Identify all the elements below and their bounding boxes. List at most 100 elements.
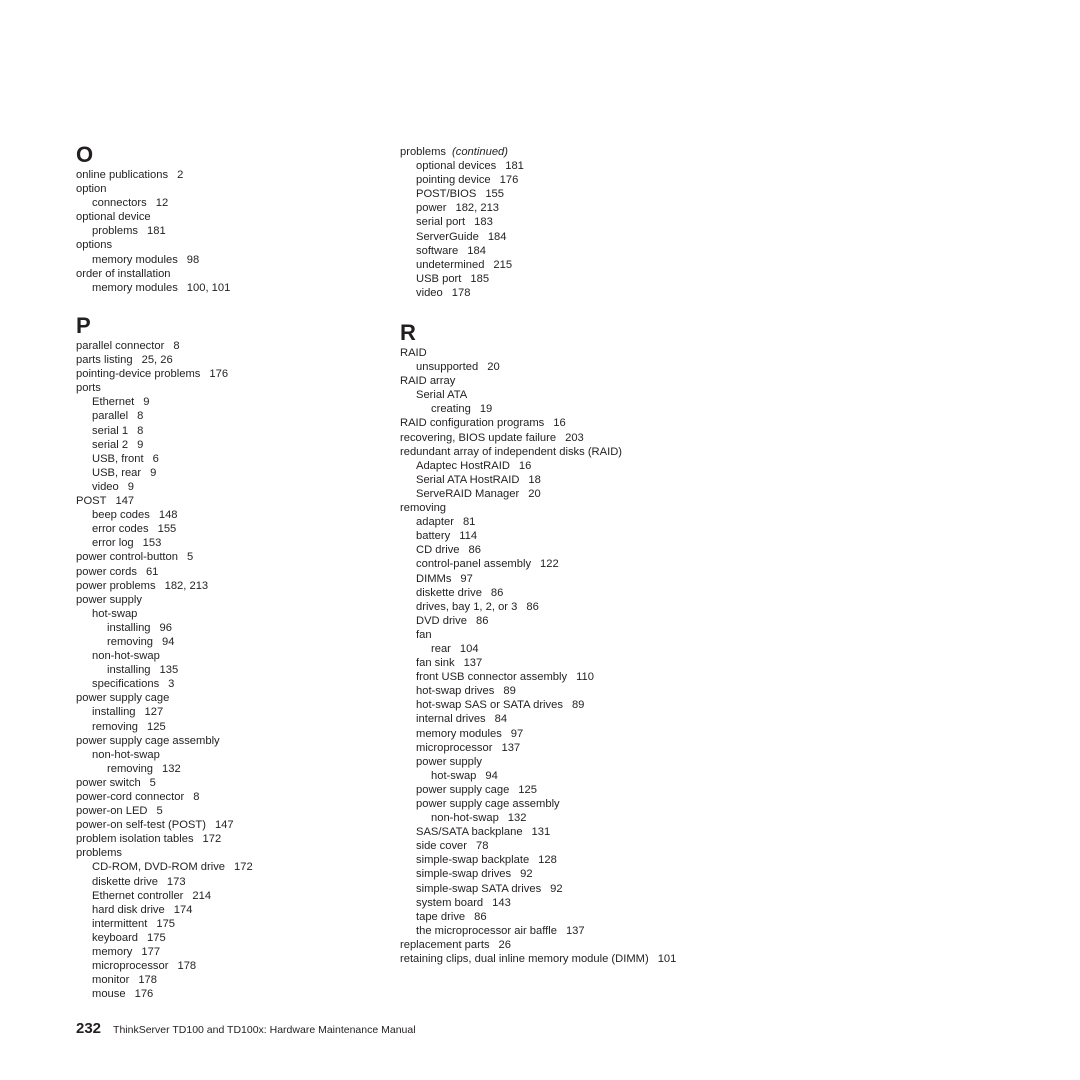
page-reference[interactable]: 92 [520,868,532,880]
page-reference[interactable]: 96 [160,622,172,634]
page-reference[interactable]: 86 [476,615,488,627]
page-reference[interactable]: 114 [459,530,477,542]
page-reference[interactable]: 183 [474,216,493,228]
page-reference[interactable]: 18 [528,474,540,486]
page-reference[interactable]: 125 [147,721,166,733]
page-reference[interactable]: 26 [499,939,511,951]
page-reference[interactable]: 182, 213 [165,580,209,592]
page-reference[interactable]: 214 [192,890,211,902]
page-reference[interactable]: 9 [143,396,149,408]
page-reference[interactable]: 110 [576,671,594,683]
page-reference[interactable]: 16 [553,417,565,429]
page-reference[interactable]: 172 [234,861,253,873]
page-reference[interactable]: 20 [528,488,540,500]
page-reference[interactable]: 185 [470,273,489,285]
index-entry: options [76,238,230,252]
page-reference[interactable]: 182, 213 [455,202,499,214]
page-reference[interactable]: 176 [209,368,228,380]
page-reference[interactable]: 89 [572,699,584,711]
page-reference[interactable]: 9 [137,439,143,451]
page-reference[interactable]: 203 [565,432,584,444]
page-reference[interactable]: 135 [160,664,179,676]
index-term: software [416,244,459,257]
page-reference[interactable]: 131 [532,826,551,838]
page-reference[interactable]: 89 [503,685,515,697]
page-reference[interactable]: 128 [538,854,557,866]
page-reference[interactable]: 177 [141,946,160,958]
page-reference[interactable]: 3 [168,678,174,690]
page-reference[interactable]: 86 [474,911,486,923]
page-reference[interactable]: 178 [138,974,157,986]
page-reference[interactable]: 104 [460,643,479,655]
page-reference[interactable]: 147 [115,495,134,507]
page-reference[interactable]: 137 [566,925,585,937]
page-reference[interactable]: 92 [550,883,562,895]
page-reference[interactable]: 100, 101 [187,282,231,294]
page-reference[interactable]: 16 [519,460,531,472]
page-reference[interactable]: 147 [215,819,234,831]
page-reference[interactable]: 127 [145,706,164,718]
index-term: creating [431,403,471,416]
index-entry: video 9 [76,480,253,494]
page-reference[interactable]: 178 [177,960,196,972]
page-reference[interactable]: 172 [203,833,222,845]
page-reference[interactable]: 86 [526,601,538,613]
page-reference[interactable]: 155 [158,523,177,535]
page-reference[interactable]: 101 [658,953,677,965]
page-reference[interactable]: 181 [505,160,524,172]
page-reference[interactable]: 132 [162,763,181,775]
page-reference[interactable]: 9 [150,467,156,479]
page-reference[interactable]: 143 [492,897,511,909]
page-reference[interactable]: 5 [157,805,163,817]
page-reference[interactable]: 137 [501,742,520,754]
page-reference[interactable]: 12 [156,197,168,209]
page-reference[interactable]: 20 [487,361,499,373]
page-reference[interactable]: 175 [147,932,166,944]
page-reference[interactable]: 81 [463,516,475,528]
page-reference[interactable]: 181 [147,225,166,237]
page-reference[interactable]: 98 [187,254,199,266]
page-reference[interactable]: 78 [476,840,488,852]
page-reference[interactable]: 8 [173,340,179,352]
page-reference[interactable]: 132 [508,812,527,824]
page-reference[interactable]: 61 [146,566,158,578]
page-reference[interactable]: 9 [128,481,134,493]
page-reference[interactable]: 153 [143,537,162,549]
page-reference[interactable]: 155 [485,188,504,200]
page-reference[interactable]: 174 [174,904,193,916]
page-reference[interactable]: 97 [511,728,523,740]
page-reference[interactable]: 184 [467,245,486,257]
page-reference[interactable]: 5 [187,551,193,563]
page-reference[interactable]: 6 [153,453,159,465]
index-term: power supply cage assembly [416,798,560,810]
page-reference[interactable]: 19 [480,403,492,415]
page-reference[interactable]: 173 [167,876,186,888]
index-entry: power supply cage 125 [400,783,676,797]
page-reference[interactable]: 8 [137,410,143,422]
page-reference[interactable]: 215 [493,259,512,271]
page-reference[interactable]: 176 [135,988,154,1000]
page-reference[interactable]: 176 [500,174,519,186]
page-reference[interactable]: 84 [495,713,507,725]
page-reference[interactable]: 148 [159,509,178,521]
page-reference[interactable]: 8 [137,425,143,437]
index-entry: power supply [76,593,253,607]
index-entry: connectors 12 [76,196,230,210]
page-reference[interactable]: 125 [518,784,537,796]
page-reference[interactable]: 25, 26 [142,354,173,366]
page-reference[interactable]: 122 [540,558,559,570]
page-reference[interactable]: 5 [150,777,156,789]
page-reference[interactable]: 175 [156,918,175,930]
page-reference[interactable]: 86 [469,544,481,556]
page-reference[interactable]: 178 [452,287,471,299]
page-reference[interactable]: 86 [491,587,503,599]
page-reference[interactable]: 94 [485,770,497,782]
index-term: power-on self-test (POST) [76,819,206,832]
page-reference[interactable]: 8 [193,791,199,803]
page-reference[interactable]: 94 [162,636,174,648]
page-reference[interactable]: 97 [460,573,472,585]
index-entry: non-hot-swap 132 [400,811,676,825]
page-reference[interactable]: 137 [464,657,483,669]
page-reference[interactable]: 184 [488,231,507,243]
page-reference[interactable]: 2 [177,169,183,181]
